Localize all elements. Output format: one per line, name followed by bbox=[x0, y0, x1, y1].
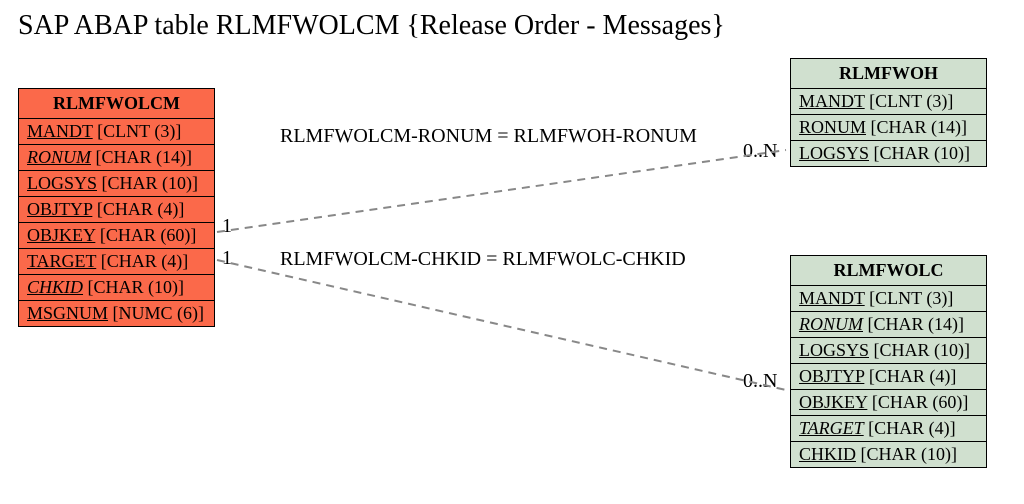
entity-field-row: MANDT [CLNT (3)] bbox=[791, 286, 986, 312]
field-type: [CHAR (10)] bbox=[83, 277, 184, 297]
entity-header: RLMFWOH bbox=[791, 59, 986, 89]
field-type: [CHAR (4)] bbox=[92, 199, 184, 219]
field-type: [CLNT (3)] bbox=[865, 91, 954, 111]
relation-label-top: RLMFWOLCM-RONUM = RLMFWOH-RONUM bbox=[280, 125, 697, 148]
entity-field-row: RONUM [CHAR (14)] bbox=[791, 115, 986, 141]
field-name: RONUM bbox=[27, 147, 91, 167]
entity-field-row: TARGET [CHAR (4)] bbox=[19, 249, 214, 275]
entity-field-row: LOGSYS [CHAR (10)] bbox=[791, 338, 986, 364]
entity-rlmfwolcm: RLMFWOLCM MANDT [CLNT (3)]RONUM [CHAR (1… bbox=[18, 88, 215, 327]
field-name: LOGSYS bbox=[27, 173, 97, 193]
field-name: TARGET bbox=[27, 251, 96, 271]
field-name: CHKID bbox=[27, 277, 83, 297]
entity-rlmfwoh: RLMFWOH MANDT [CLNT (3)]RONUM [CHAR (14)… bbox=[790, 58, 987, 167]
field-type: [CHAR (60)] bbox=[95, 225, 196, 245]
field-type: [NUMC (6)] bbox=[108, 303, 204, 323]
field-type: [CHAR (10)] bbox=[856, 444, 957, 464]
field-name: RONUM bbox=[799, 314, 863, 334]
field-type: [CLNT (3)] bbox=[93, 121, 182, 141]
entity-field-row: OBJTYP [CHAR (4)] bbox=[19, 197, 214, 223]
field-name: CHKID bbox=[799, 444, 856, 464]
field-name: LOGSYS bbox=[799, 143, 869, 163]
field-type: [CHAR (10)] bbox=[97, 173, 198, 193]
field-name: MANDT bbox=[799, 288, 865, 308]
entity-field-row: OBJTYP [CHAR (4)] bbox=[791, 364, 986, 390]
cardinality-right-top: 0..N bbox=[743, 140, 777, 163]
entity-field-row: OBJKEY [CHAR (60)] bbox=[791, 390, 986, 416]
entity-field-row: MSGNUM [NUMC (6)] bbox=[19, 301, 214, 326]
entity-field-row: TARGET [CHAR (4)] bbox=[791, 416, 986, 442]
field-type: [CHAR (14)] bbox=[91, 147, 192, 167]
entity-header: RLMFWOLCM bbox=[19, 89, 214, 119]
relation-label-bottom: RLMFWOLCM-CHKID = RLMFWOLC-CHKID bbox=[280, 248, 686, 271]
field-type: [CHAR (4)] bbox=[864, 418, 956, 438]
field-name: OBJKEY bbox=[27, 225, 95, 245]
field-name: RONUM bbox=[799, 117, 866, 137]
field-name: LOGSYS bbox=[799, 340, 869, 360]
field-name: OBJTYP bbox=[799, 366, 864, 386]
entity-header: RLMFWOLC bbox=[791, 256, 986, 286]
entity-field-row: OBJKEY [CHAR (60)] bbox=[19, 223, 214, 249]
field-type: [CHAR (4)] bbox=[864, 366, 956, 386]
field-name: TARGET bbox=[799, 418, 864, 438]
field-name: MANDT bbox=[27, 121, 93, 141]
field-name: MSGNUM bbox=[27, 303, 108, 323]
cardinality-left-bottom: 1 bbox=[222, 247, 232, 270]
entity-field-row: RONUM [CHAR (14)] bbox=[791, 312, 986, 338]
field-type: [CHAR (10)] bbox=[869, 340, 970, 360]
cardinality-right-bottom: 0..N bbox=[743, 370, 777, 393]
cardinality-left-top: 1 bbox=[222, 215, 232, 238]
entity-field-row: CHKID [CHAR (10)] bbox=[19, 275, 214, 301]
field-name: MANDT bbox=[799, 91, 865, 111]
entity-field-row: LOGSYS [CHAR (10)] bbox=[791, 141, 986, 166]
entity-field-row: MANDT [CLNT (3)] bbox=[791, 89, 986, 115]
field-type: [CLNT (3)] bbox=[865, 288, 954, 308]
field-name: OBJKEY bbox=[799, 392, 867, 412]
field-type: [CHAR (60)] bbox=[867, 392, 968, 412]
entity-field-row: RONUM [CHAR (14)] bbox=[19, 145, 214, 171]
entity-field-row: MANDT [CLNT (3)] bbox=[19, 119, 214, 145]
field-type: [CHAR (14)] bbox=[866, 117, 967, 137]
entity-field-row: CHKID [CHAR (10)] bbox=[791, 442, 986, 467]
page-title: SAP ABAP table RLMFWOLCM {Release Order … bbox=[18, 10, 725, 42]
entity-field-row: LOGSYS [CHAR (10)] bbox=[19, 171, 214, 197]
field-name: OBJTYP bbox=[27, 199, 92, 219]
field-type: [CHAR (10)] bbox=[869, 143, 970, 163]
field-type: [CHAR (14)] bbox=[863, 314, 964, 334]
field-type: [CHAR (4)] bbox=[96, 251, 188, 271]
entity-rlmfwolc: RLMFWOLC MANDT [CLNT (3)]RONUM [CHAR (14… bbox=[790, 255, 987, 468]
